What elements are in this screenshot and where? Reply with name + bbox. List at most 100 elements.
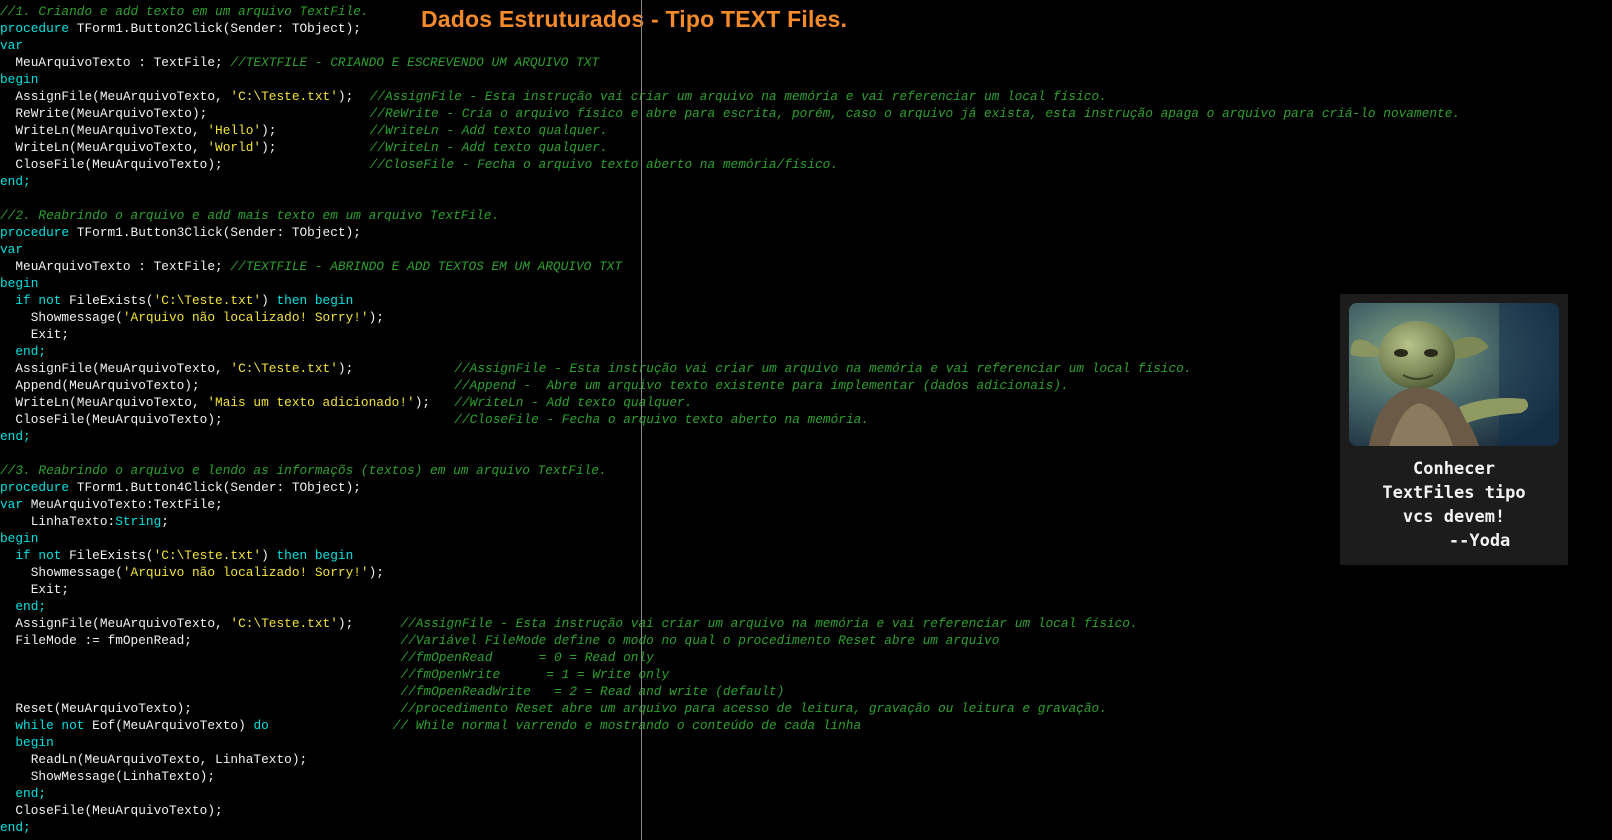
code-keyword: begin [0, 276, 39, 291]
code-line: MeuArquivoTexto : TextFile; //TEXTFILE -… [0, 54, 1600, 71]
code-line: //fmOpenReadWrite = 2 = Read and write (… [0, 683, 1600, 700]
code-line: CloseFile(MeuArquivoTexto); [0, 802, 1600, 819]
code-text: ); [261, 140, 277, 155]
code-text: CloseFile(MeuArquivoTexto); [0, 803, 223, 818]
code-line: WriteLn(MeuArquivoTexto, 'World'); //Writ… [0, 139, 1600, 156]
code-inline-comment: //procedimento Reset abre um arquivo par… [400, 701, 1107, 716]
code-keyword: begin [0, 735, 54, 750]
code-inline-comment: //WriteLn - Add texto qualquer. [454, 395, 693, 410]
code-line: AssignFile(MeuArquivoTexto, 'C:\Teste.tx… [0, 88, 1600, 105]
code-inline-comment: //AssignFile - Esta instrução vai criar … [369, 89, 1107, 104]
code-line: MeuArquivoTexto : TextFile; //TEXTFILE -… [0, 258, 1600, 275]
code-keyword: end; [0, 820, 31, 835]
caption-line: vcs devem! [1402, 507, 1506, 527]
code-text: FileExists( [61, 548, 154, 563]
code-line: ShowMessage(LinhaTexto); [0, 768, 1600, 785]
code-text: WriteLn(MeuArquivoTexto, [0, 140, 208, 155]
code-inline-comment: //WriteLn - Add texto qualquer. [369, 140, 608, 155]
code-text: ) [261, 293, 277, 308]
code-comment: //3. Reabrindo o arquivo e lendo as info… [0, 463, 607, 478]
code-keyword: end; [0, 344, 47, 359]
code-line: procedure TForm1.Button3Click(Sender: TO… [0, 224, 1600, 241]
code-string: 'C:\Teste.txt' [153, 293, 262, 308]
code-text: Exit; [0, 327, 70, 342]
code-text: TForm1.Button4Click(Sender: TObject); [69, 480, 361, 495]
code-keyword: end; [0, 429, 31, 444]
code-text: ); [368, 565, 384, 580]
code-line: Exit; [0, 581, 1600, 598]
code-keyword: if not [0, 293, 62, 308]
code-keyword: procedure [0, 225, 70, 240]
code-inline-comment: //ReWrite - Cria o arquivo físico e abre… [369, 106, 1461, 121]
code-line: end; [0, 173, 1600, 190]
code-line: var [0, 241, 1600, 258]
code-line: Reset(MeuArquivoTexto); //procedimento Re… [0, 700, 1600, 717]
code-keyword: end; [0, 599, 47, 614]
code-string: 'World' [207, 140, 262, 155]
code-text: ReWrite(MeuArquivoTexto); [0, 106, 208, 121]
code-line: while not Eof(MeuArquivoTexto) do // Whil… [0, 717, 1600, 734]
code-text: ShowMessage(LinhaTexto); [0, 769, 216, 784]
code-line: end; [0, 819, 1600, 836]
code-text: AssignFile(MeuArquivoTexto, [0, 89, 231, 104]
code-keyword: var [0, 497, 24, 512]
code-line: end; [0, 598, 1600, 615]
code-comment: //TEXTFILE - CRIANDO E ESCREVENDO UM ARQ… [230, 55, 600, 70]
code-keyword: then begin [276, 548, 354, 563]
code-line: AssignFile(MeuArquivoTexto, 'C:\Teste.tx… [0, 615, 1600, 632]
code-keyword: do [253, 718, 269, 733]
code-line: ReWrite(MeuArquivoTexto); //ReWrite - Cri… [0, 105, 1600, 122]
code-line: WriteLn(MeuArquivoTexto, 'Hello'); //Writ… [0, 122, 1600, 139]
code-keyword: then begin [276, 293, 354, 308]
code-text: MeuArquivoTexto:TextFile; [23, 497, 223, 512]
yoda-card: Conhecer TextFiles tipo vcs devem! --Yod… [1340, 294, 1568, 565]
code-string: 'C:\Teste.txt' [153, 548, 262, 563]
code-inline-comment: //CloseFile - Fecha o arquivo texto aber… [454, 412, 869, 427]
code-text: ReadLn(MeuArquivoTexto, LinhaTexto); [0, 752, 308, 767]
code-text: MeuArquivoTexto : TextFile; [0, 259, 231, 274]
code-comment: //2. Reabrindo o arquivo e add mais text… [0, 208, 500, 223]
code-inline-comment: //WriteLn - Add texto qualquer. [369, 123, 608, 138]
code-keyword: begin [0, 72, 39, 87]
code-inline-comment: //Variável FileMode define o modo no qua… [400, 633, 1000, 648]
code-text: WriteLn(MeuArquivoTexto, [0, 395, 208, 410]
code-text: Exit; [0, 582, 70, 597]
code-text: ; [161, 514, 169, 529]
code-line: begin [0, 275, 1600, 292]
code-inline-comment: //CloseFile - Fecha o arquivo texto aber… [369, 157, 839, 172]
code-inline-comment: //Append - Abre um arquivo texto existen… [454, 378, 1069, 393]
yoda-image-icon [1349, 303, 1559, 446]
code-text: TForm1.Button3Click(Sender: TObject); [69, 225, 361, 240]
code-text: WriteLn(MeuArquivoTexto, [0, 123, 208, 138]
code-text: ) [261, 548, 277, 563]
yoda-photo [1349, 303, 1559, 446]
code-keyword: if not [0, 548, 62, 563]
code-string: 'C:\Teste.txt' [230, 89, 338, 104]
code-line: var [0, 37, 1600, 54]
code-inline-comment: //AssignFile - Esta instrução vai criar … [400, 616, 1138, 631]
code-line: //2. Reabrindo o arquivo e add mais text… [0, 207, 1600, 224]
code-text: ); [337, 616, 354, 631]
code-keyword: var [0, 38, 24, 53]
code-text: TForm1.Button2Click(Sender: TObject); [69, 21, 361, 36]
yoda-caption: Conhecer TextFiles tipo vcs devem! --Yod… [1340, 457, 1568, 553]
code-inline-comment: // While normal varrendo e mostrando o c… [392, 718, 862, 733]
code-line: Showmessage('Arquivo não localizado! Sor… [0, 564, 1600, 581]
code-text: ); [261, 123, 277, 138]
vertical-divider [641, 0, 642, 840]
code-string: 'Hello' [207, 123, 262, 138]
code-text: Reset(MeuArquivoTexto); [0, 701, 192, 716]
code-keyword: procedure [0, 480, 70, 495]
code-text: Append(MeuArquivoTexto); [0, 378, 200, 393]
code-text: CloseFile(MeuArquivoTexto); [0, 412, 223, 427]
code-text: FileExists( [61, 293, 154, 308]
code-text: LinhaTexto: [0, 514, 116, 529]
code-keyword: begin [0, 531, 39, 546]
code-inline-comment: //AssignFile - Esta instrução vai criar … [454, 361, 1192, 376]
code-string: 'Mais um texto adicionado!' [207, 395, 415, 410]
code-text: Eof(MeuArquivoTexto) [84, 718, 254, 733]
page-title: Dados Estruturados - Tipo TEXT Files. [421, 6, 848, 32]
caption-line: TextFiles tipo [1382, 483, 1526, 503]
code-line: ReadLn(MeuArquivoTexto, LinhaTexto); [0, 751, 1600, 768]
